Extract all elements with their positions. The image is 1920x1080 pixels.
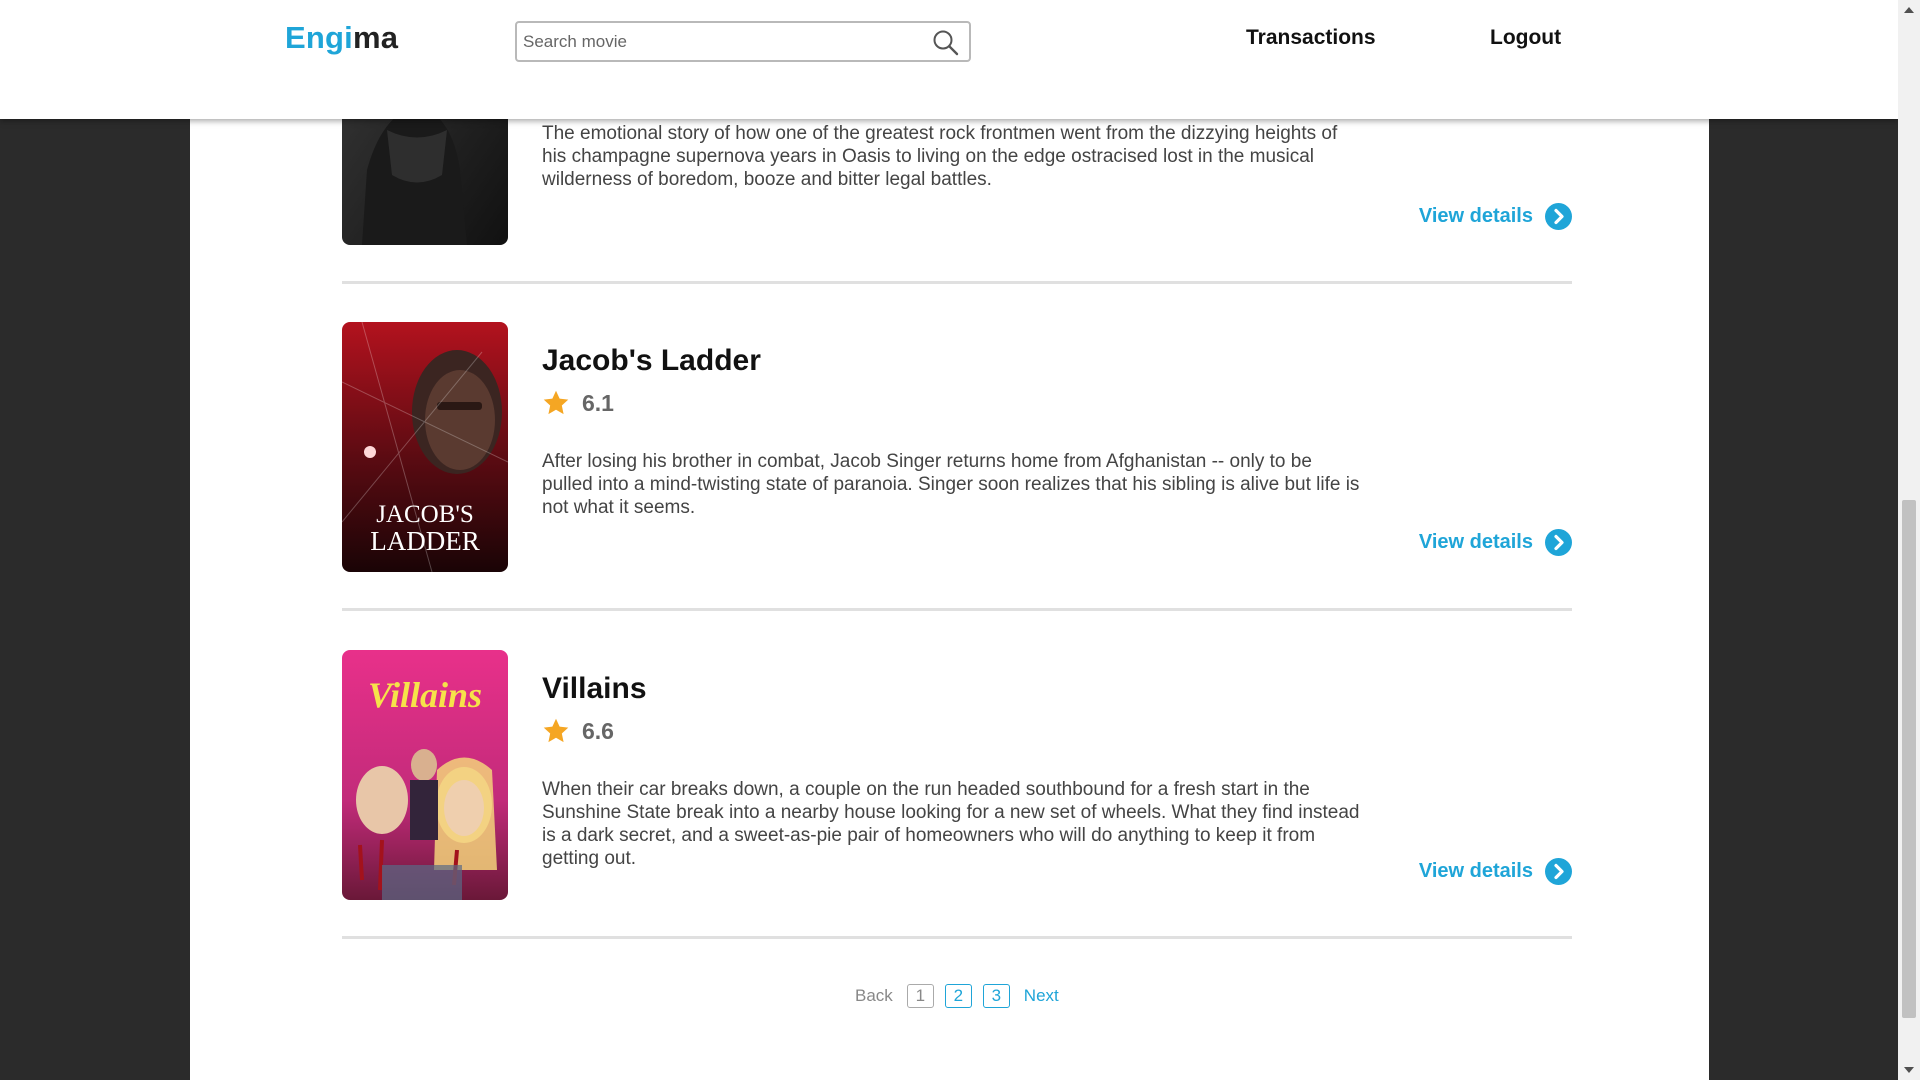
movie-poster[interactable]: Villains [342, 650, 508, 900]
view-details-link[interactable]: View details [1419, 201, 1572, 231]
pagination-page-3[interactable]: 3 [982, 983, 1010, 1008]
search-input[interactable] [523, 29, 913, 55]
movie-title[interactable]: Jacob's Ladder [542, 344, 761, 378]
view-details-label: View details [1418, 530, 1533, 553]
pagination-page-2[interactable]: 2 [944, 983, 972, 1008]
rating-value: 6.6 [582, 717, 614, 744]
logo[interactable]: Engima [285, 20, 398, 56]
movie-rating: 6.6 [542, 716, 614, 746]
view-details-label: View details [1418, 859, 1533, 882]
divider [342, 281, 1572, 284]
scrollbar-thumb[interactable] [1902, 500, 1916, 1018]
view-details-link[interactable]: View details [1419, 856, 1572, 886]
logo-part-1: Engi [285, 20, 353, 55]
chevron-right-circle-icon [1545, 857, 1572, 885]
pagination-page-1: 1 [906, 983, 934, 1008]
search-icon[interactable] [932, 29, 959, 56]
chevron-right-circle-icon [1545, 202, 1572, 230]
movie-poster[interactable]: JACOB'S LADDER [342, 322, 508, 572]
star-icon [543, 718, 569, 743]
divider [342, 936, 1572, 939]
view-details-label: View details [1418, 204, 1533, 227]
movie-synopsis: After losing his brother in combat, Jaco… [542, 451, 1360, 518]
movie-rating: 6.1 [542, 388, 614, 418]
star-icon [543, 390, 569, 415]
logo-part-2: ma [352, 20, 399, 55]
movie-item: JACOB'S LADDER Jacob's Ladder 6.1 After … [342, 322, 1572, 572]
nav-transactions[interactable]: Transactions [1246, 26, 1376, 50]
vertical-scrollbar[interactable] [1898, 0, 1920, 1080]
poster-title-line1: JACOB'S [376, 501, 474, 528]
top-navbar: Engima Transactions Logout [0, 0, 1898, 119]
poster-title: Villains [368, 675, 482, 715]
movie-item: Villains Villains 6.6 When their car bre… [342, 650, 1572, 900]
nav-logout[interactable]: Logout [1490, 26, 1561, 50]
divider [342, 608, 1572, 611]
movie-title[interactable]: Villains [542, 672, 647, 706]
scroll-down-arrow-icon[interactable] [1898, 1060, 1920, 1080]
search-box [515, 21, 971, 62]
pagination-back: Back [855, 985, 893, 1005]
movie-synopsis: The emotional story of how one of the gr… [542, 123, 1338, 190]
movie-synopsis: When their car breaks down, a couple on … [542, 779, 1360, 869]
poster-title-line2: LADDER [370, 526, 480, 556]
rating-value: 6.1 [582, 389, 614, 416]
pagination-next[interactable]: Next [1024, 986, 1059, 1006]
page-viewport: The emotional story of how one of the gr… [0, 0, 1898, 1080]
view-details-link[interactable]: View details [1419, 527, 1572, 557]
scroll-up-arrow-icon[interactable] [1898, 0, 1920, 20]
chevron-right-circle-icon [1545, 528, 1572, 556]
pagination: Back 1 2 3 Next [855, 983, 1059, 1008]
